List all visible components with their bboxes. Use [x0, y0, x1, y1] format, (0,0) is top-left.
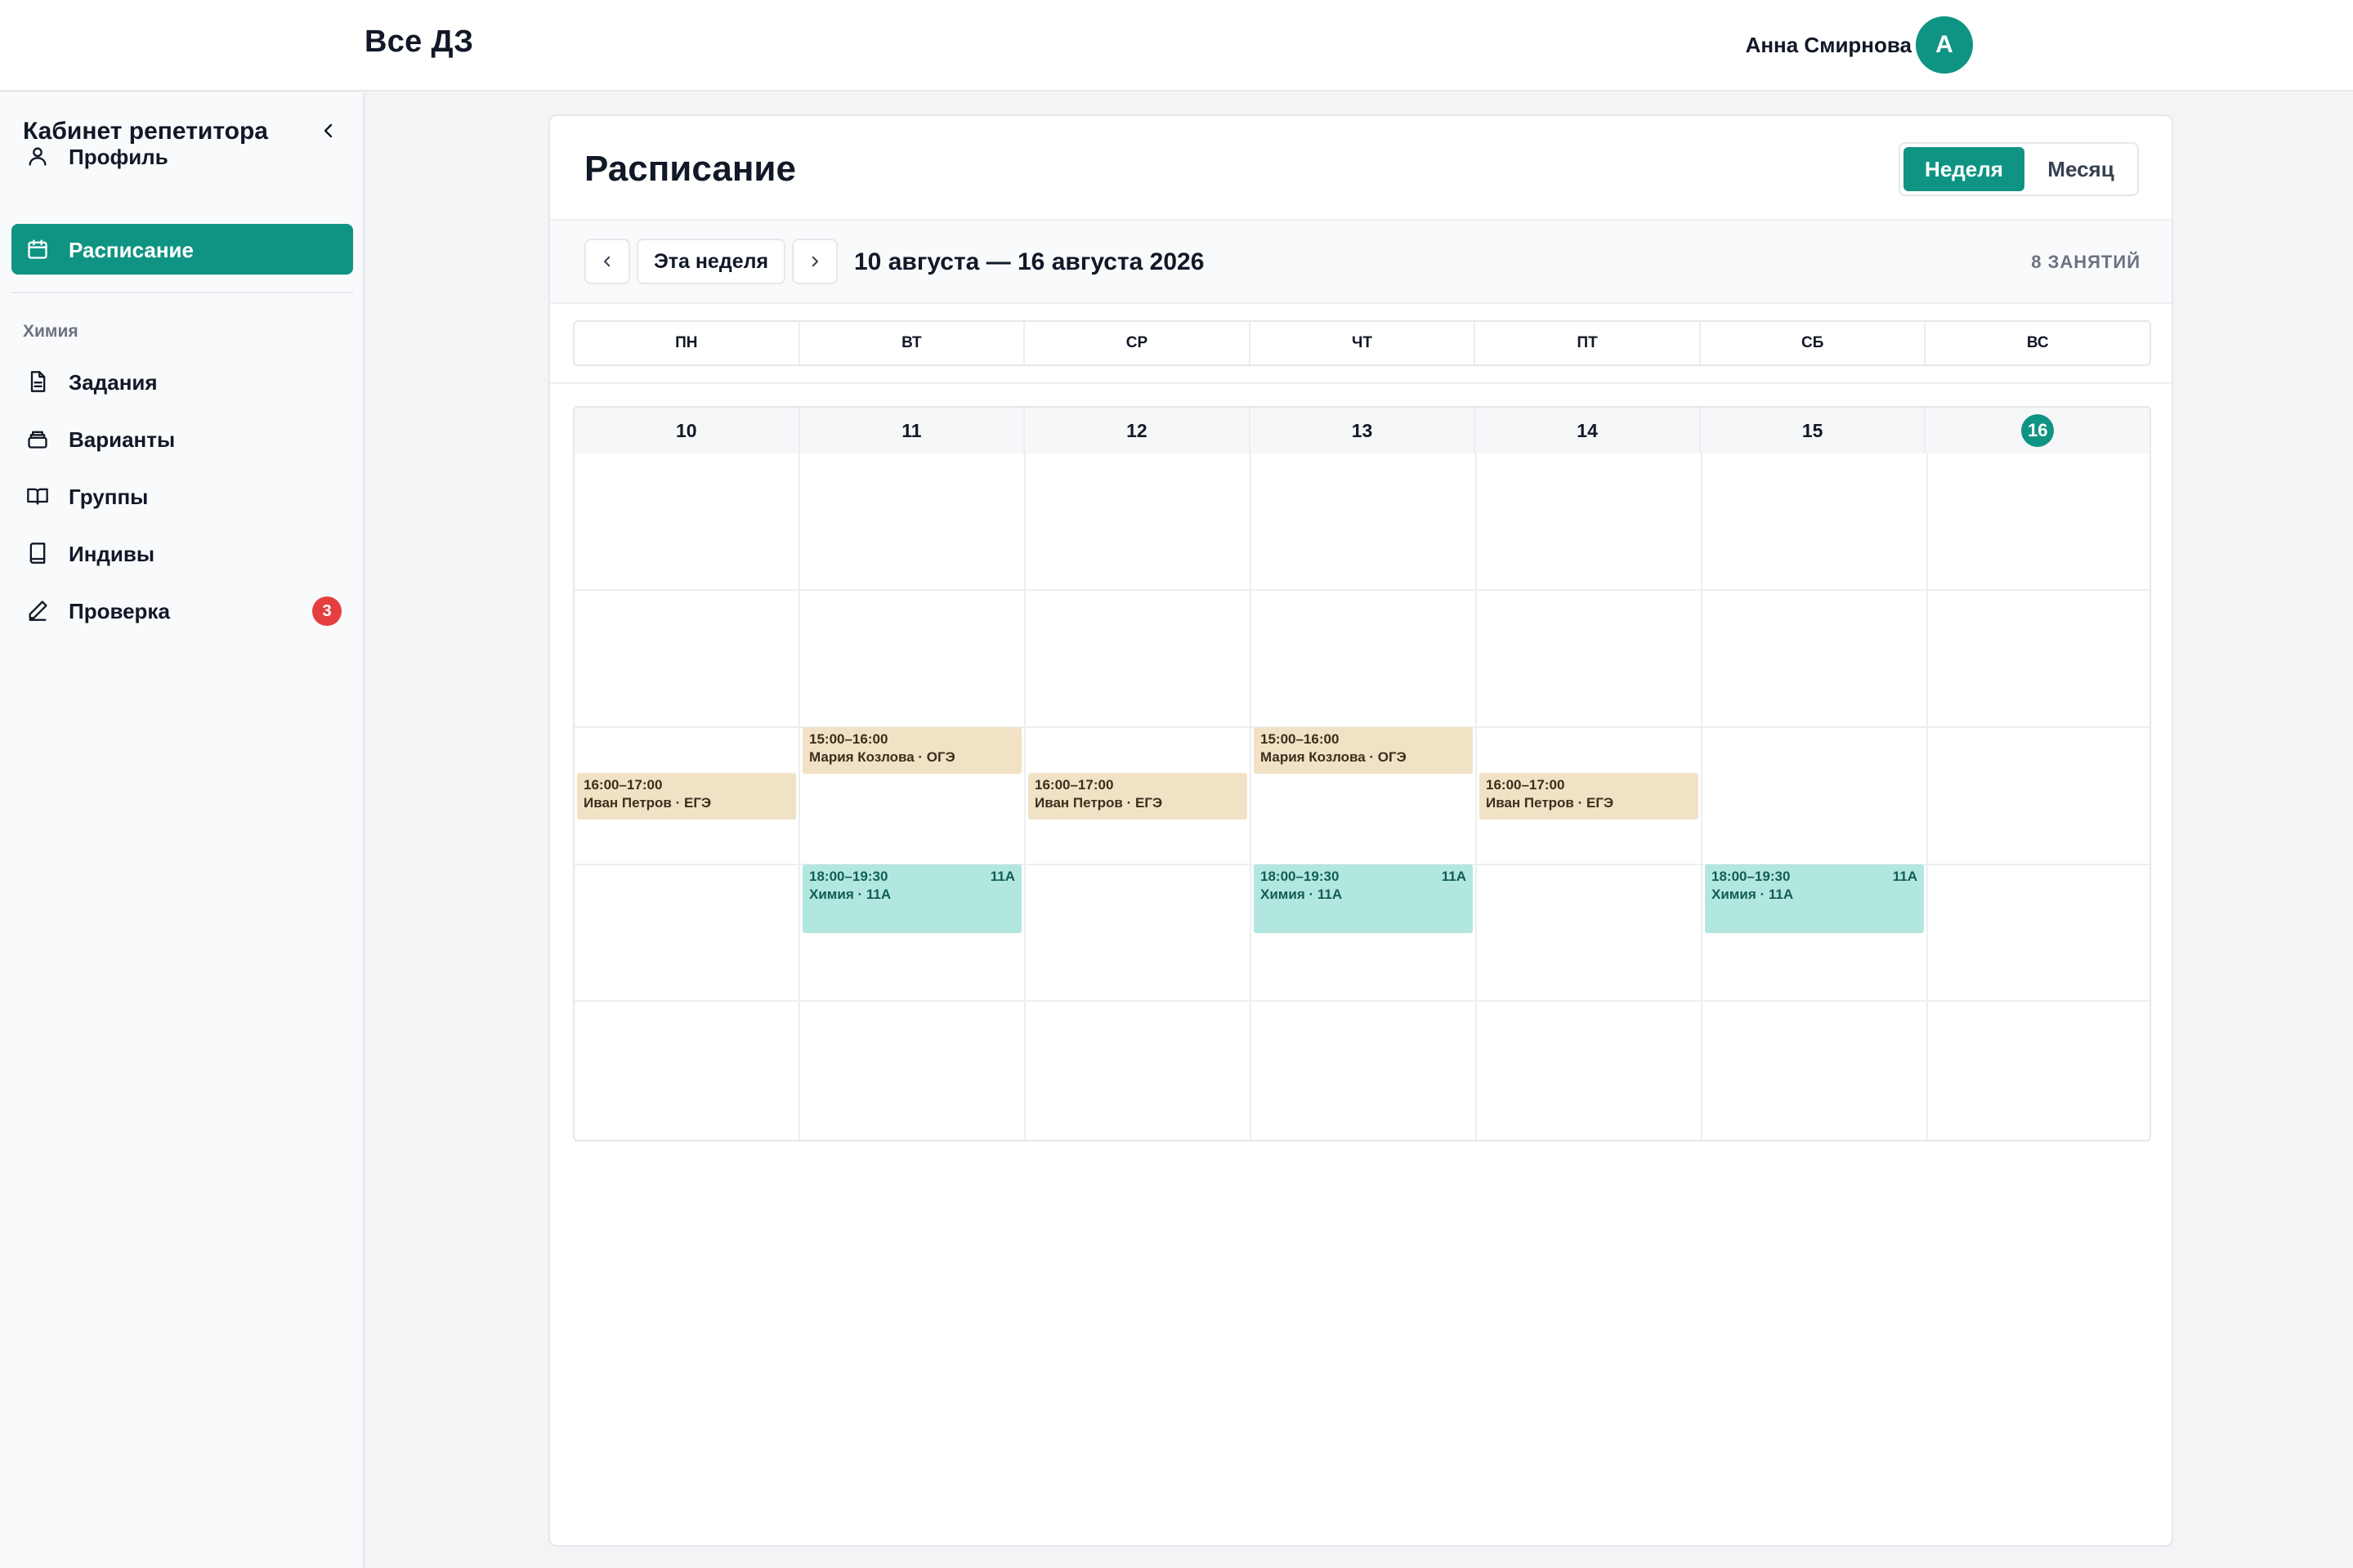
column-divider [1475, 453, 1477, 1140]
event-time: 18:00–19:30 [809, 869, 888, 884]
lesson-count: 8 ЗАНЯТИЙ [2031, 252, 2141, 272]
event-tag: 11А [990, 869, 1015, 884]
weekday-label: ВС [2026, 334, 2049, 351]
sidebar-item-tasks[interactable]: Задания [11, 356, 353, 407]
month-view-button[interactable]: Месяц [2028, 147, 2134, 191]
calendar-body: 16:00–17:00 Иван Петров · ЕГЭ 15:00–16:0… [575, 453, 2149, 1140]
column-divider [1701, 453, 1702, 1140]
sidebar-item-label: Варианты [69, 427, 176, 452]
divider [550, 382, 2172, 384]
event-title: Иван Петров · ЕГЭ [1486, 795, 1614, 811]
next-week-button[interactable] [792, 239, 838, 284]
view-toggle: Неделя Месяц [1899, 142, 2139, 196]
calendar-event[interactable]: 15:00–16:00 Мария Козлова · ОГЭ [1254, 727, 1473, 774]
section-label: Химия [23, 322, 78, 341]
day-number[interactable]: 15 [1701, 408, 1926, 453]
review-count-badge: 3 [312, 596, 342, 626]
chevron-left-icon [604, 256, 611, 267]
weekday-label: ПН [575, 322, 800, 364]
column-divider [1024, 453, 1026, 1140]
date-range-label: 10 августа — 16 августа 2026 [854, 248, 1205, 275]
event-title: Химия · 11А [809, 887, 892, 902]
sidebar-item-label: Индивы [69, 542, 155, 566]
event-time: 15:00–16:00 [1260, 731, 1340, 747]
sidebar-item-label: Расписание [69, 238, 194, 262]
row-divider [575, 589, 2149, 591]
sidebar-item-label: Группы [69, 485, 149, 509]
today-indicator: 16 [2021, 414, 2055, 447]
weekday-label: СР [1025, 322, 1250, 364]
calendar-event[interactable]: 16:00–17:00 Иван Петров · ЕГЭ [1479, 773, 1698, 820]
event-title: Иван Петров · ЕГЭ [584, 795, 712, 811]
row-divider [575, 1000, 2149, 1002]
user-icon [25, 143, 51, 169]
weekday-label: ВТ [800, 322, 1026, 364]
day-number-row: 10 11 12 13 14 15 16 [575, 408, 2149, 453]
app-title: Все ДЗ [365, 25, 474, 59]
event-title: Мария Козлова · ОГЭ [809, 749, 955, 765]
weekday-label: СБ [1701, 322, 1926, 364]
event-tag: 11А [1441, 869, 1466, 884]
event-title: Химия · 11А [1260, 887, 1343, 902]
sidebar-item-review[interactable]: Проверка 3 [11, 585, 353, 636]
calendar-event[interactable]: 16:00–17:00 Иван Петров · ЕГЭ [577, 773, 796, 820]
user-name[interactable]: Анна Смирнова [1746, 33, 1912, 58]
day-number[interactable]: 11 [800, 408, 1026, 453]
day-number[interactable]: 14 [1475, 408, 1701, 453]
day-number-today[interactable]: 16 [1926, 408, 2149, 453]
calendar-event[interactable]: 15:00–16:00 Мария Козлова · ОГЭ [803, 727, 1022, 774]
event-tag: 11А [1892, 869, 1917, 884]
weekday-label: ПТ [1475, 322, 1701, 364]
stack-icon [25, 426, 51, 452]
calendar-toolbar: Эта неделя 10 августа — 16 августа 2026 … [550, 219, 2172, 304]
event-title: Химия · 11А [1711, 887, 1794, 902]
column-divider [798, 453, 800, 1140]
sidebar: Кабинет репетитора Профиль Расписание Хи… [0, 93, 365, 1568]
event-time: 16:00–17:00 [1035, 777, 1114, 793]
event-time: 16:00–17:00 [584, 777, 663, 793]
book-open-icon [25, 483, 51, 509]
sidebar-item-variants[interactable]: Варианты [11, 413, 353, 464]
column-divider [1926, 453, 1928, 1140]
week-view-button[interactable]: Неделя [1903, 147, 2024, 191]
sidebar-item-label: Проверка [69, 599, 170, 623]
weekday-label: ЧТ [1250, 322, 1476, 364]
document-icon [25, 369, 51, 395]
column-divider [1250, 453, 1251, 1140]
sidebar-divider [11, 292, 353, 293]
day-number[interactable]: 10 [575, 408, 800, 453]
sidebar-item-individuals[interactable]: Индивы [11, 528, 353, 579]
weekday-header: ПН ВТ СР ЧТ ПТ СБ ВС [573, 320, 2151, 366]
day-number[interactable]: 12 [1025, 408, 1250, 453]
previous-week-button[interactable] [584, 239, 630, 284]
avatar[interactable]: А [1916, 16, 1973, 74]
chevron-right-icon [812, 256, 818, 267]
event-time: 15:00–16:00 [809, 731, 888, 747]
calendar-event[interactable]: 18:00–19:30 Химия · 11А 11А [803, 864, 1022, 933]
schedule-card: Расписание Неделя Месяц Эта неделя 10 ав… [548, 114, 2173, 1547]
calendar-icon [25, 236, 51, 262]
top-header: Все ДЗ Анна Смирнова А [0, 0, 2353, 92]
calendar-event[interactable]: 18:00–19:30 Химия · 11А 11А [1705, 864, 1924, 933]
event-time: 18:00–19:30 [1711, 869, 1791, 884]
sidebar-item-label: Профиль [69, 145, 168, 169]
event-title: Мария Козлова · ОГЭ [1260, 749, 1407, 765]
sidebar-item-profile[interactable]: Профиль [11, 131, 353, 181]
calendar-event[interactable]: 16:00–17:00 Иван Петров · ЕГЭ [1028, 773, 1247, 820]
pen-icon [25, 597, 51, 623]
this-week-button[interactable]: Эта неделя [637, 239, 785, 284]
day-number[interactable]: 13 [1250, 408, 1476, 453]
sidebar-item-groups[interactable]: Группы [11, 471, 353, 521]
event-time: 16:00–17:00 [1486, 777, 1565, 793]
book-icon [25, 540, 51, 566]
week-calendar-grid: 10 11 12 13 14 15 16 16:00–17:00 Иван Пе… [573, 406, 2151, 1141]
event-time: 18:00–19:30 [1260, 869, 1340, 884]
event-title: Иван Петров · ЕГЭ [1035, 795, 1163, 811]
calendar-event[interactable]: 18:00–19:30 Химия · 11А 11А [1254, 864, 1473, 933]
page-title: Расписание [584, 149, 796, 189]
sidebar-item-label: Задания [69, 370, 158, 395]
sidebar-item-schedule[interactable]: Расписание [11, 224, 353, 275]
